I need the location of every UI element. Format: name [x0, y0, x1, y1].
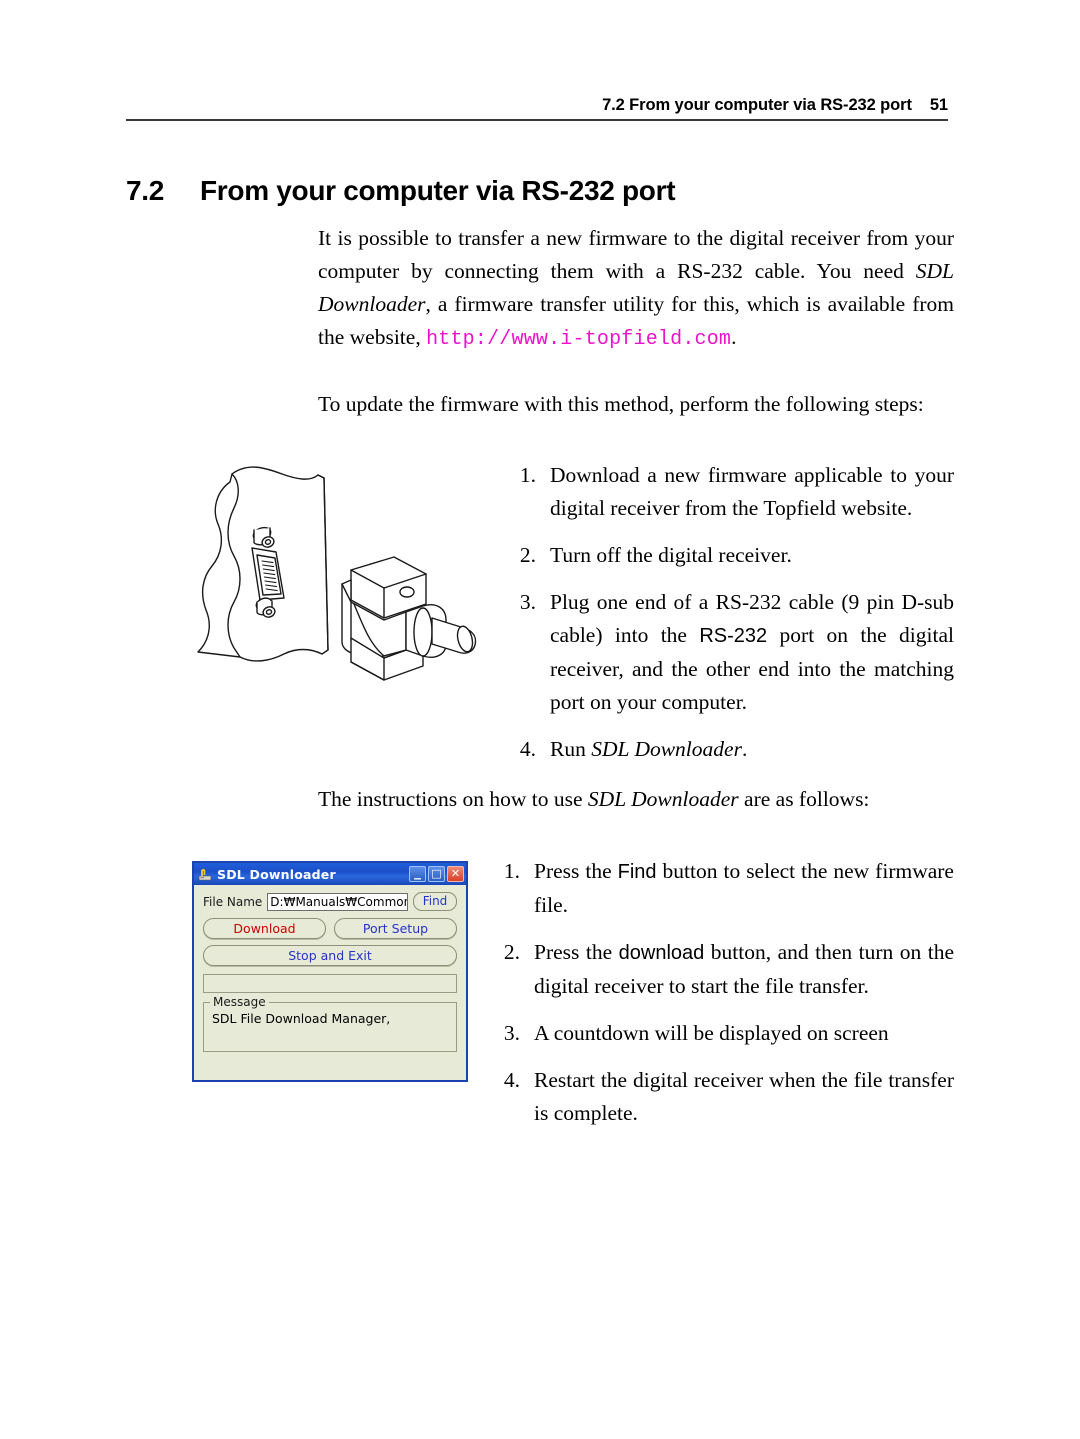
running-header-text: 7.2 From your computer via RS-232 port 51	[126, 96, 948, 119]
topfield-website-url[interactable]: http://www.i-topfield.com	[426, 328, 731, 351]
rs-232-connector-illustration	[178, 452, 508, 702]
list-marker: 3.	[503, 1021, 520, 1045]
update-instructions-paragraph: To update the firmware with this method,…	[318, 388, 954, 421]
intro-paragraph: It is possible to transfer a new firmwar…	[318, 222, 954, 356]
sdl-downloader-window-screenshot: SDL Downloader _ □ ✕ File Name D:₩Manual…	[192, 861, 468, 1082]
list-marker: 2.	[503, 940, 520, 964]
list-item: 2. Press the download button, and then t…	[490, 936, 954, 1003]
para1-text-c: .	[731, 325, 737, 349]
find-button[interactable]: Find	[413, 892, 457, 911]
sdl-downloader-mention-2: SDL Downloader	[591, 737, 742, 761]
find-button-label: Find	[617, 861, 657, 883]
running-header-title: 7.2 From your computer via RS-232 port	[602, 96, 912, 114]
list-item-text: Download a new firmware applicable to yo…	[550, 463, 954, 520]
file-name-label: File Name	[203, 894, 263, 909]
setup-steps-list: 1. Download a new firmware applicable to…	[506, 459, 954, 766]
action-buttons-row: Download Port Setup	[203, 918, 457, 939]
list-item: 3. A countdown will be displayed on scre…	[490, 1017, 954, 1050]
section-heading: 7.2 From your computer via RS-232 port	[126, 174, 676, 207]
list-item-text-b: .	[741, 737, 748, 761]
stop-and-exit-button[interactable]: Stop and Exit	[203, 945, 457, 966]
para1-text-a: It is possible to transfer a new firmwar…	[318, 226, 954, 283]
list-item-text-a: Run	[550, 737, 592, 761]
list-item: 4. Restart the digital receiver when the…	[490, 1064, 954, 1130]
close-icon: ✕	[450, 867, 461, 880]
list-item: 3. Plug one end of a RS-232 cable (9 pin…	[506, 586, 954, 719]
list-marker: 4.	[519, 737, 536, 761]
usage-steps-list: 1. Press the Find button to select the n…	[490, 855, 954, 1130]
section-title: From your computer via RS-232 port	[200, 174, 676, 206]
download-button[interactable]: Download	[203, 918, 326, 939]
list-item-text: A countdown will be displayed on screen	[534, 1021, 889, 1045]
file-name-row: File Name D:₩Manuals₩Common₩ Find	[203, 892, 457, 911]
list-item: 1. Press the Find button to select the n…	[490, 855, 954, 922]
list-item-text: Restart the digital receiver when the fi…	[534, 1068, 954, 1125]
list-item-text: Turn off the digital receiver.	[550, 543, 792, 567]
list-marker: 3.	[519, 590, 536, 614]
list-item: 1. Download a new firmware applicable to…	[506, 459, 954, 525]
message-groupbox-legend: Message	[210, 995, 269, 1009]
minimize-button[interactable]: _	[409, 864, 426, 882]
sdl-downloader-mention-3: SDL Downloader	[587, 787, 739, 811]
file-name-input[interactable]: D:₩Manuals₩Common₩	[267, 892, 408, 911]
application-icon	[198, 867, 212, 881]
progress-bar	[203, 974, 457, 993]
section-number: 7.2	[126, 174, 165, 206]
download-button-label: download	[618, 942, 705, 964]
para2-text: To update the firmware with this method,…	[318, 392, 924, 416]
list-marker: 4.	[503, 1068, 520, 1092]
list-item: 2. Turn off the digital receiver.	[506, 539, 954, 572]
window-client-area: File Name D:₩Manuals₩Common₩ Find Downlo…	[194, 885, 466, 1080]
header-rule	[126, 119, 948, 121]
usage-intro-paragraph: The instructions on how to use SDL Downl…	[318, 783, 954, 816]
port-setup-button[interactable]: Port Setup	[334, 918, 457, 939]
window-titlebar: SDL Downloader _ □ ✕	[194, 863, 466, 885]
maximize-button[interactable]: □	[428, 866, 445, 882]
rs232-port-label: RS-232	[699, 625, 768, 647]
list-item: 4. Run SDL Downloader.	[506, 733, 954, 766]
para3-text-b: are as follows:	[738, 787, 870, 811]
message-groupbox: Message SDL File Download Manager,	[203, 995, 457, 1052]
running-header: 7.2 From your computer via RS-232 port 51	[126, 96, 948, 121]
window-controls: _ □ ✕	[409, 864, 464, 882]
list-item-text-a: Press the	[534, 859, 618, 883]
close-button[interactable]: ✕	[447, 866, 464, 882]
list-marker: 1.	[519, 463, 536, 487]
message-text: SDL File Download Manager,	[212, 1011, 391, 1026]
maximize-icon: □	[431, 867, 442, 880]
list-marker: 1.	[503, 859, 520, 883]
page-number: 51	[929, 96, 948, 114]
para3-text-a: The instructions on how to use	[318, 787, 588, 811]
window-title: SDL Downloader	[217, 866, 336, 882]
minimize-icon: _	[414, 864, 421, 880]
document-page: 7.2 From your computer via RS-232 port 51…	[0, 0, 1080, 1439]
list-item-text-a: Press the	[534, 940, 619, 964]
list-marker: 2.	[519, 543, 536, 567]
